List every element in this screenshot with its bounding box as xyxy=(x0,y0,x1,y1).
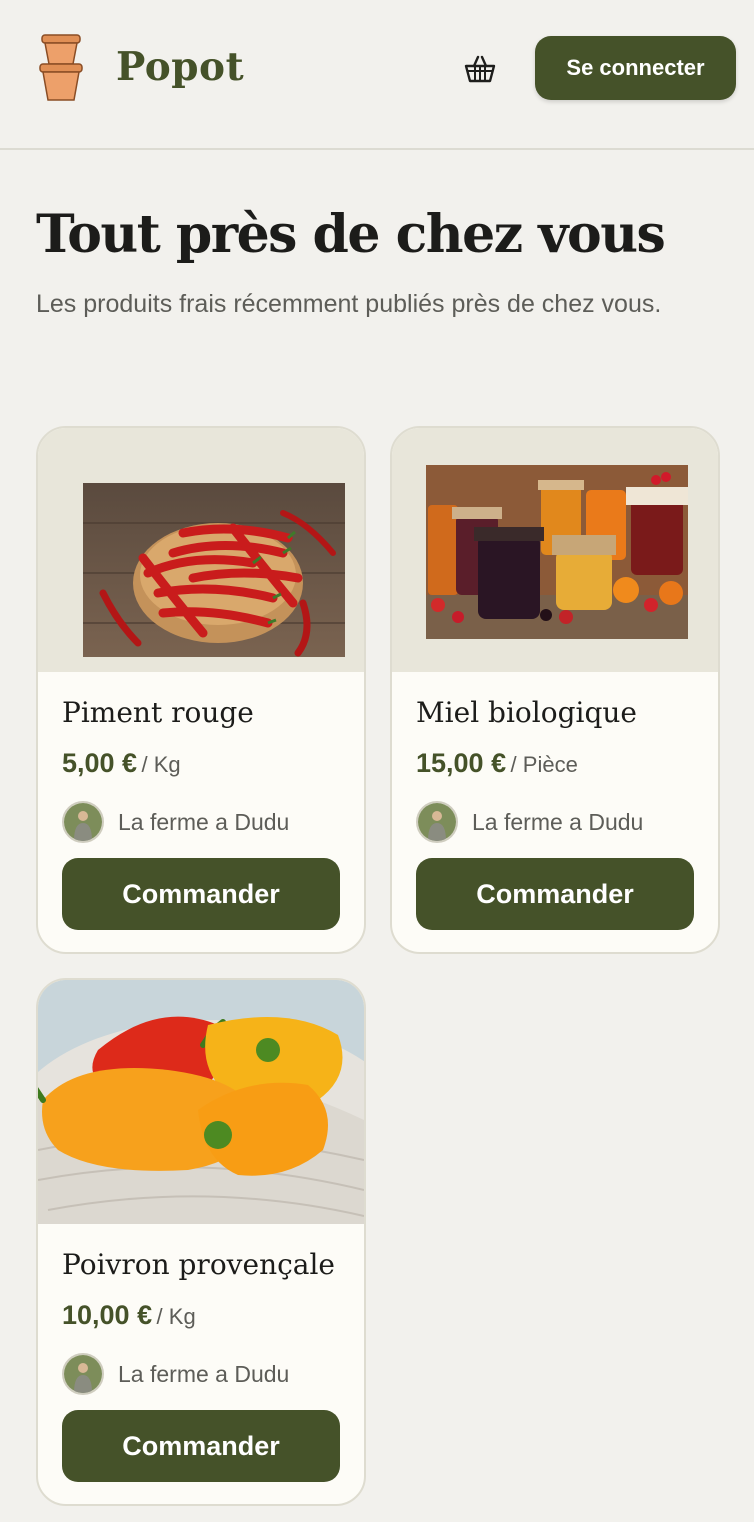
farm-row[interactable]: La ferme a Dudu xyxy=(62,800,289,844)
product-name[interactable]: Miel biologique xyxy=(416,696,637,729)
jam-jars-photo xyxy=(426,465,688,639)
order-button[interactable]: Commander xyxy=(416,858,694,930)
product-image-container xyxy=(38,428,364,672)
product-card[interactable]: Miel biologique 15,00 € / Pièce La ferme… xyxy=(390,426,720,954)
site-header: Popot Se connecter xyxy=(0,0,754,150)
product-name[interactable]: Piment rouge xyxy=(62,696,254,729)
price-row: 5,00 € / Kg xyxy=(62,748,181,779)
price-row: 15,00 € / Pièce xyxy=(416,748,578,779)
product-card[interactable]: Piment rouge 5,00 € / Kg La ferme a Dudu… xyxy=(36,426,366,954)
farm-name: La ferme a Dudu xyxy=(472,808,644,835)
red-chili-peppers-photo xyxy=(83,483,345,657)
bell-peppers-photo xyxy=(38,980,364,1224)
farm-row[interactable]: La ferme a Dudu xyxy=(416,800,643,844)
farmer-avatar xyxy=(62,1353,104,1395)
basket-icon[interactable] xyxy=(464,54,496,84)
order-button[interactable]: Commander xyxy=(62,858,340,930)
price-row: 10,00 € / Kg xyxy=(62,1300,196,1331)
farm-row[interactable]: La ferme a Dudu xyxy=(62,1352,289,1396)
login-button[interactable]: Se connecter xyxy=(535,36,736,100)
product-image-container xyxy=(38,980,364,1224)
product-price: 15,00 € xyxy=(416,748,507,778)
product-price: 10,00 € xyxy=(62,1300,153,1330)
product-card[interactable]: Poivron provençale 10,00 € / Kg La ferme… xyxy=(36,978,366,1506)
page-title: Tout près de chez vous xyxy=(36,204,666,265)
farm-name: La ferme a Dudu xyxy=(118,808,290,835)
flowerpot-logo-icon[interactable] xyxy=(36,34,86,104)
farmer-avatar xyxy=(416,801,458,843)
farmer-avatar xyxy=(62,801,104,843)
product-unit: / Kg xyxy=(141,752,181,777)
order-button[interactable]: Commander xyxy=(62,1410,340,1482)
product-image-container xyxy=(392,428,718,672)
product-unit: / Pièce xyxy=(510,752,578,777)
product-name[interactable]: Poivron provençale xyxy=(62,1248,335,1281)
page-subtitle: Les produits frais récemment publiés prè… xyxy=(36,290,662,318)
product-unit: / Kg xyxy=(156,1304,196,1329)
product-price: 5,00 € xyxy=(62,748,138,778)
brand-name[interactable]: Popot xyxy=(116,44,244,90)
farm-name: La ferme a Dudu xyxy=(118,1360,290,1387)
